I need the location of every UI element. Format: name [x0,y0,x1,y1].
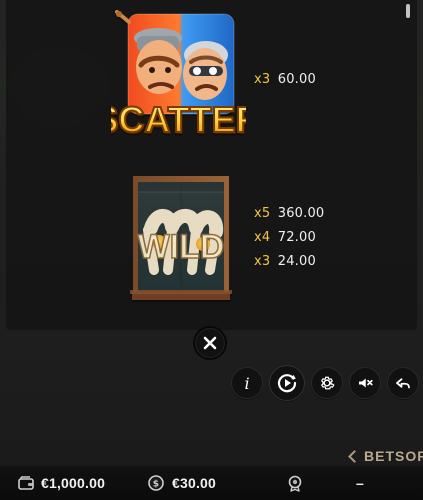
coins-icon: $ [147,474,165,492]
bottom-bar: €1,000.00 $ €30.00 – [0,465,423,500]
gear-icon [318,374,336,392]
balance-value: €1,000.00 [41,475,106,491]
game-frame: SCATTER SCATTER x3 60.00 [0,0,423,500]
scatter-symbol: SCATTER SCATTER [93,10,263,150]
provider-logo: BETSOFT [348,448,423,464]
balance-display: €1,000.00 [18,473,105,493]
payout-amount: 360.00 [277,206,325,221]
bet-value: €30.00 [172,475,217,491]
close-paytable-button[interactable] [193,326,227,360]
payout-amount: 60.00 [277,72,316,87]
settings-button[interactable] [311,367,343,399]
back-button[interactable] [387,367,419,399]
close-icon [202,335,218,351]
wild-paylist: x5 360.00 x4 72.00 x3 24.00 [254,202,324,274]
autoplay-icon [275,371,299,395]
svg-text:SCATTER: SCATTER [111,99,246,140]
payout-amount: 72.00 [277,230,316,245]
payout-row: x5 360.00 [254,202,324,226]
payout-row: x4 72.00 [254,226,324,250]
info-icon: i [240,374,254,392]
wallet-icon [18,476,34,490]
back-arrow-icon [393,374,413,392]
control-cluster: i [231,365,419,401]
speaker-muted-icon [355,374,375,392]
scroll-thumb[interactable] [406,4,410,18]
svg-text:WILD: WILD [138,228,225,266]
multiplier: x4 [254,230,271,245]
win-display: – [286,473,364,493]
info-button[interactable]: i [231,367,263,399]
multiplier: x3 [254,254,271,269]
logo-chevron-icon [348,449,361,463]
sound-button[interactable] [349,367,381,399]
payout-row: x3 24.00 [254,250,324,274]
win-value: – [356,475,364,491]
provider-logo-text: BETSOFT [364,448,423,464]
scatter-paylist: x3 60.00 [254,68,316,92]
svg-text:i: i [244,374,249,392]
multiplier: x5 [254,206,271,221]
payout-row: x3 60.00 [254,68,316,92]
wild-symbol: WILD [126,172,236,302]
svg-text:$: $ [153,479,159,489]
bet-display: $ €30.00 [147,473,216,493]
award-icon [286,474,304,492]
autoplay-button[interactable] [269,365,305,401]
paytable-overlay: SCATTER SCATTER x3 60.00 [6,0,417,330]
multiplier: x3 [254,72,271,87]
payout-amount: 24.00 [277,254,316,269]
